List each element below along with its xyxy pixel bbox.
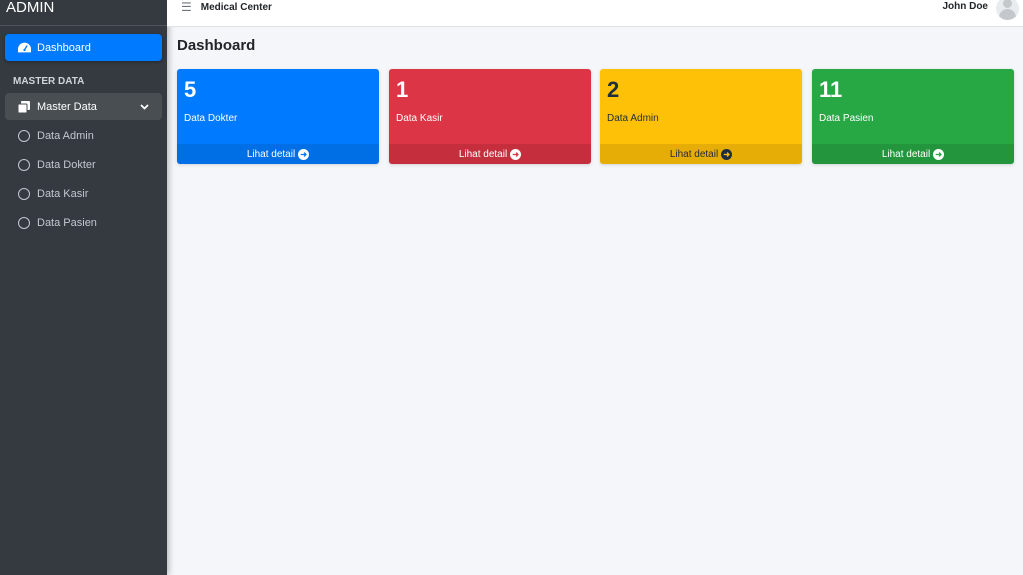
copy-icon [17, 100, 31, 114]
sidebar-item-data-pasien[interactable]: Data Pasien [5, 209, 162, 236]
stat-label: Data Kasir [396, 113, 443, 124]
detail-link-label: Lihat detail [881, 148, 931, 160]
avatar[interactable] [996, 0, 1019, 20]
detail-link[interactable]: Lihat detail ➜ [600, 144, 802, 164]
sidebar-item-label: Data Dokter [37, 158, 96, 171]
arrow-circle-right-icon: ➜ [933, 148, 945, 160]
dashboard-icon [17, 41, 31, 55]
detail-link-label: Lihat detail [458, 148, 508, 160]
sidebar-nav: Dashboard MASTER DATA Master Data Data A… [0, 26, 167, 236]
circle-icon [17, 216, 31, 230]
sidebar-section-header: MASTER DATA [13, 76, 85, 87]
hamburger-icon[interactable]: ☰ [181, 0, 192, 14]
stat-count: 1 [396, 77, 409, 102]
detail-link[interactable]: Lihat detail ➜ [812, 144, 1014, 164]
detail-link[interactable]: Lihat detail ➜ [389, 144, 591, 164]
sidebar-item-label: Data Kasir [37, 187, 89, 200]
sidebar-item-data-admin[interactable]: Data Admin [5, 122, 162, 149]
detail-link-label: Lihat detail [669, 148, 719, 160]
stat-card-admin: 2 Data Admin Lihat detail ➜ [600, 69, 802, 164]
arrow-circle-right-icon: ➜ [510, 148, 522, 160]
sidebar: ADMIN Dashboard MASTER DATA Master Data … [0, 0, 167, 575]
stat-label: Data Pasien [819, 113, 874, 124]
sidebar-item-data-kasir[interactable]: Data Kasir [5, 180, 162, 207]
stat-label: Data Dokter [184, 113, 238, 124]
stat-count: 5 [184, 77, 197, 102]
page-title: Dashboard [177, 37, 256, 54]
sidebar-item-label: Dashboard [37, 41, 91, 54]
brand-title[interactable]: ADMIN [0, 0, 167, 26]
stat-card-kasir: 1 Data Kasir Lihat detail ➜ [389, 69, 591, 164]
sidebar-item-dashboard[interactable]: Dashboard [5, 34, 162, 61]
detail-link[interactable]: Lihat detail ➜ [177, 144, 379, 164]
detail-link-label: Lihat detail [246, 148, 296, 160]
arrow-circle-right-icon: ➜ [721, 148, 733, 160]
stat-label: Data Admin [607, 113, 659, 124]
circle-icon [17, 187, 31, 201]
sidebar-item-label: Data Admin [37, 129, 94, 142]
sidebar-item-data-dokter[interactable]: Data Dokter [5, 151, 162, 178]
user-name[interactable]: John Doe [942, 0, 988, 14]
stat-card-dokter: 5 Data Dokter Lihat detail ➜ [177, 69, 379, 164]
sidebar-item-label: Data Pasien [37, 216, 97, 229]
circle-icon [17, 129, 31, 143]
app-title[interactable]: Medical Center [201, 0, 272, 15]
stat-count: 11 [819, 77, 843, 102]
topbar: ☰ Medical Center John Doe [167, 0, 1023, 27]
arrow-circle-right-icon: ➜ [298, 148, 310, 160]
chevron-down-icon [140, 102, 150, 112]
circle-icon [17, 158, 31, 172]
sidebar-item-master-data[interactable]: Master Data [5, 93, 162, 120]
stat-card-pasien: 11 Data Pasien Lihat detail ➜ [812, 69, 1014, 164]
sidebar-item-label: Master Data [37, 100, 97, 113]
stat-count: 2 [607, 77, 620, 102]
